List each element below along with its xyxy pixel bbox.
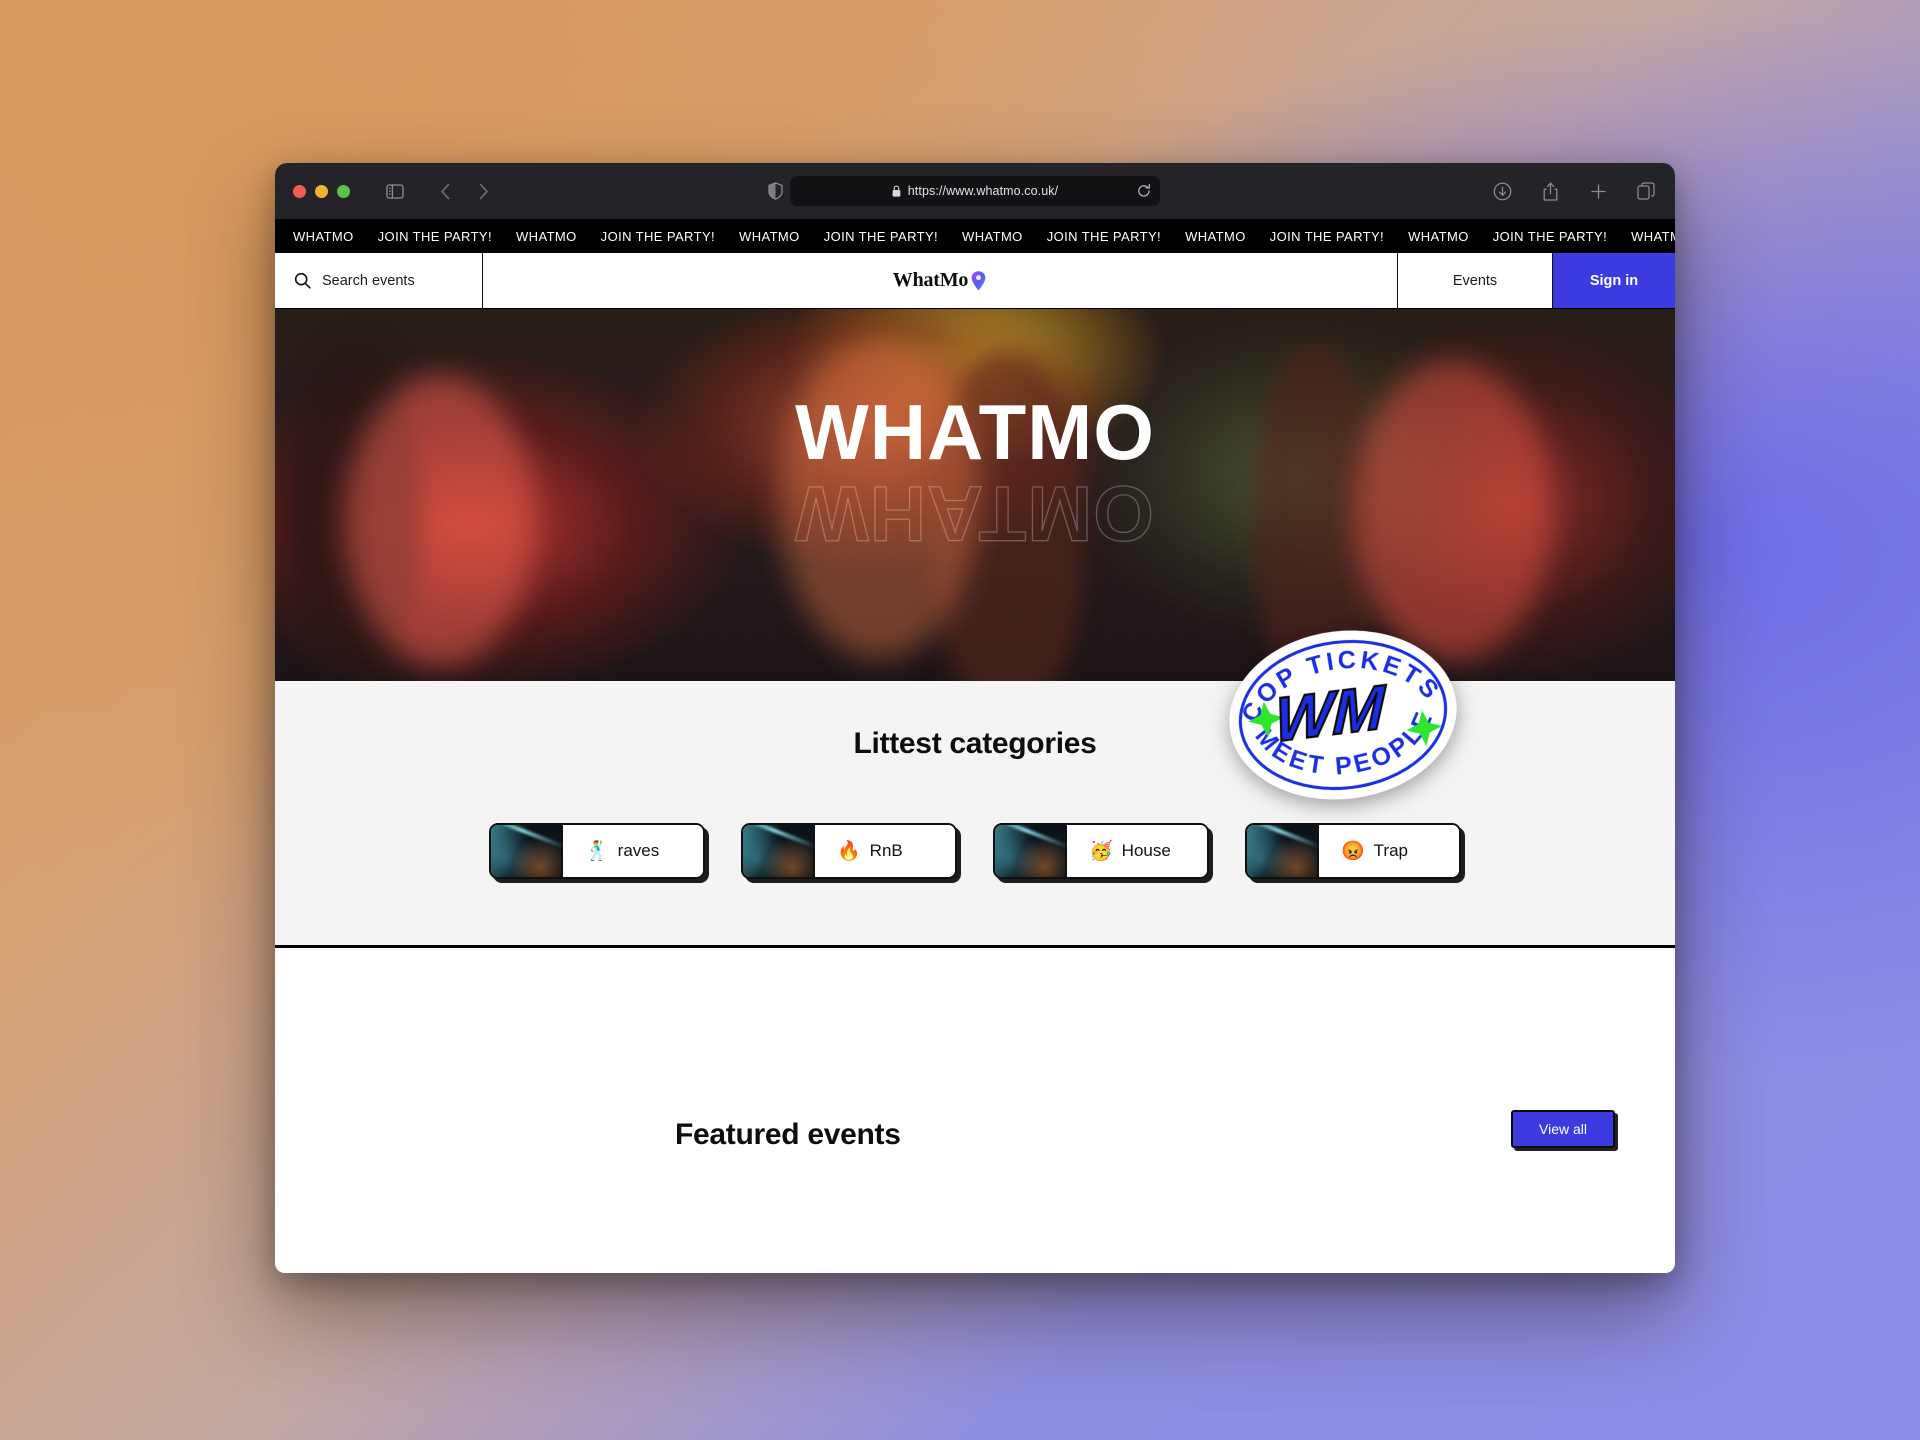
category-label: RnB	[869, 841, 903, 860]
url-text: https://www.whatmo.co.uk/	[907, 184, 1059, 198]
marquee-item: WHATMO	[962, 228, 1023, 244]
view-all-button[interactable]: View all	[1511, 1110, 1615, 1148]
site-logo[interactable]: WhatMo	[483, 253, 1398, 308]
marquee-item: WHATMO	[739, 228, 800, 244]
sticker-monogram: WM	[1274, 673, 1388, 756]
privacy-shield-icon[interactable]	[764, 180, 786, 202]
category-label: Trap	[1373, 841, 1408, 860]
hero-title-group: WHATMO WHATMO	[275, 388, 1675, 558]
cop-tickets-sticker: COP TICKETS MEET PEOPLE WM	[1217, 616, 1468, 815]
safari-browser-window: https://www.whatmo.co.uk/ WHATMO JOIN TH…	[275, 163, 1675, 1273]
hero-banner: WHATMO WHATMO	[275, 309, 1675, 681]
sign-in-button[interactable]: Sign in	[1553, 253, 1675, 308]
plus-icon[interactable]	[1587, 180, 1609, 202]
window-traffic-lights[interactable]	[293, 184, 350, 198]
nav-item-events[interactable]: Events	[1398, 253, 1553, 308]
brand-name: WhatMo	[892, 269, 969, 291]
lock-icon	[892, 185, 901, 197]
share-icon[interactable]	[1539, 180, 1561, 202]
featured-events-title: Featured events	[675, 1118, 901, 1151]
marquee-item: JOIN THE PARTY!	[1492, 228, 1608, 244]
chevron-right-icon[interactable]	[472, 180, 494, 202]
category-card[interactable]: 🥳 House	[993, 823, 1209, 879]
category-card[interactable]: 😡 Trap	[1245, 823, 1461, 879]
category-label-wrap: 🔥 RnB	[813, 825, 955, 877]
browser-toolbar: https://www.whatmo.co.uk/	[275, 163, 1675, 219]
marquee-item: JOIN THE PARTY!	[1046, 228, 1162, 244]
hero-title-reflection: WHATMO	[794, 469, 1155, 558]
web-page: WHATMO JOIN THE PARTY! WHATMO JOIN THE P…	[275, 219, 1675, 1273]
category-card[interactable]: 🕺 raves	[489, 823, 705, 879]
close-window-button[interactable]	[293, 184, 306, 198]
download-icon[interactable]	[1491, 180, 1513, 202]
category-emoji-icon: 🔥	[837, 840, 861, 862]
reload-icon[interactable]	[1137, 184, 1151, 199]
categories-section: Littest categories 🕺 raves 🔥 RnB 🥳 House…	[275, 681, 1675, 948]
marquee-track: WHATMO JOIN THE PARTY! WHATMO JOIN THE P…	[275, 229, 1675, 244]
featured-header: Featured events View all	[275, 1110, 1675, 1152]
browser-nav-arrows[interactable]	[434, 180, 494, 202]
search-icon	[294, 272, 311, 289]
category-label: raves	[617, 841, 660, 860]
categories-row: 🕺 raves 🔥 RnB 🥳 House 😡 Trap	[275, 823, 1675, 879]
chevron-left-icon[interactable]	[434, 180, 456, 202]
marquee-item: WHATMO	[293, 228, 354, 244]
category-label-wrap: 🥳 House	[1065, 825, 1207, 877]
minimize-window-button[interactable]	[315, 184, 328, 198]
category-card[interactable]: 🔥 RnB	[741, 823, 957, 879]
category-emoji-icon: 😡	[1341, 840, 1365, 862]
search-input[interactable]: Search events	[275, 253, 483, 308]
category-label-wrap: 🕺 raves	[561, 825, 703, 877]
category-label-wrap: 😡 Trap	[1317, 825, 1459, 877]
tab-overview-icon[interactable]	[1635, 180, 1657, 202]
address-bar[interactable]: https://www.whatmo.co.uk/	[790, 176, 1160, 206]
category-emoji-icon: 🕺	[585, 840, 609, 862]
category-label: House	[1121, 841, 1171, 860]
marquee-item: JOIN THE PARTY!	[377, 228, 493, 244]
marquee-item: WHATMO	[1408, 228, 1469, 244]
marquee-item: WHATMO	[1631, 228, 1675, 244]
marquee-item: WHATMO	[1185, 228, 1246, 244]
desktop-wallpaper: https://www.whatmo.co.uk/ WHATMO JOIN TH…	[0, 0, 1920, 1440]
marquee-item: JOIN THE PARTY!	[1269, 228, 1385, 244]
marquee-item: WHATMO	[516, 228, 577, 244]
search-placeholder: Search events	[322, 272, 415, 289]
category-thumbnail	[1247, 825, 1317, 877]
category-thumbnail	[491, 825, 561, 877]
category-thumbnail	[743, 825, 813, 877]
sidebar-icon[interactable]	[384, 180, 406, 202]
category-thumbnail	[995, 825, 1065, 877]
featured-events-section: Featured events View all	[275, 948, 1675, 1151]
marquee-item: JOIN THE PARTY!	[823, 228, 939, 244]
maximize-window-button[interactable]	[337, 184, 350, 198]
marquee-item: JOIN THE PARTY!	[600, 228, 716, 244]
hero-title: WHATMO	[795, 388, 1155, 476]
toolbar-right-actions	[1491, 180, 1657, 202]
site-navbar: Search events WhatMo Events Sign in	[275, 253, 1675, 309]
announcement-marquee: WHATMO JOIN THE PARTY! WHATMO JOIN THE P…	[275, 219, 1675, 253]
map-pin-icon	[970, 270, 987, 292]
category-emoji-icon: 🥳	[1089, 840, 1113, 862]
